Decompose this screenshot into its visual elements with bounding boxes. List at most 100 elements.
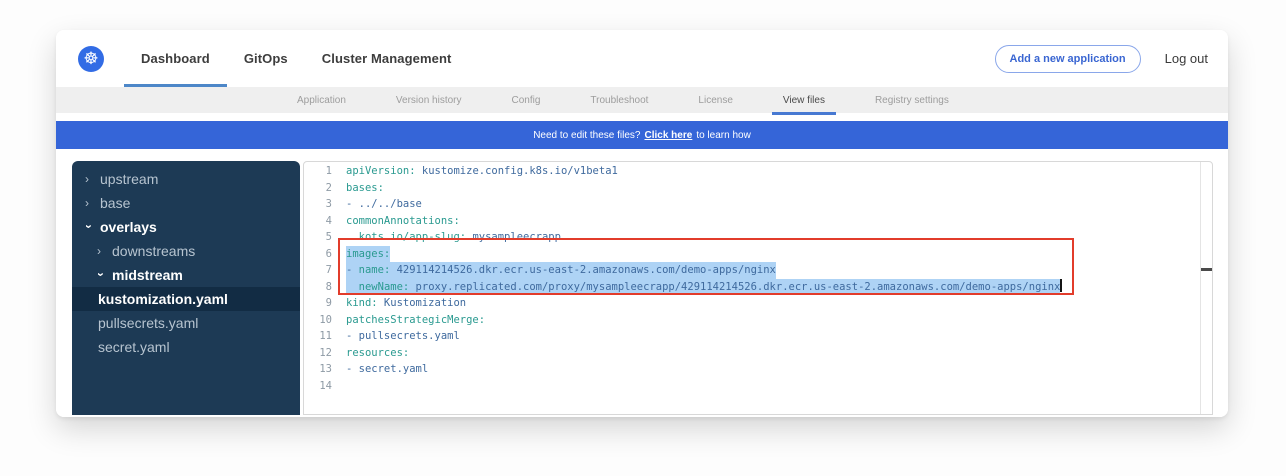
code-line: 11 - pullsecrets.yaml (304, 328, 1212, 345)
banner-text-after: to learn how (696, 130, 750, 141)
yaml-value: - (346, 264, 359, 276)
navbar-actions: Add a new application Log out (995, 45, 1209, 73)
yaml-key: newName: (359, 281, 410, 293)
scrollbar-thumb[interactable] (1201, 268, 1212, 271)
line-text: kots.io/app-slug: mysampleecrapp (346, 229, 561, 246)
chevron-right-icon: › (85, 173, 92, 185)
folder-overlays[interactable]: › overlays (72, 215, 300, 239)
folder-upstream[interactable]: › upstream (72, 167, 300, 191)
tab-license[interactable]: License (673, 87, 757, 113)
nav-tab-cluster-management[interactable]: Cluster Management (305, 30, 469, 87)
code-line: 12 resources: (304, 345, 1212, 362)
line-number: 2 (304, 180, 332, 197)
file-pullsecrets-yaml[interactable]: pullsecrets.yaml (72, 311, 300, 335)
tree-item-label: pullsecrets.yaml (98, 315, 198, 331)
yaml-key: images: (346, 248, 390, 260)
chevron-right-icon: › (85, 197, 92, 209)
yaml-key: bases: (346, 182, 384, 194)
yaml-value: Kustomization (378, 297, 467, 309)
code-area[interactable]: 1 apiVersion: kustomize.config.k8s.io/v1b… (304, 162, 1212, 394)
line-number: 13 (304, 361, 332, 378)
code-line: 2 bases: (304, 180, 1212, 197)
selected-text: newName: proxy.replicated.com/proxy/mysa… (346, 279, 1060, 296)
editor-scrollbar[interactable] (1200, 162, 1212, 414)
code-line: 13 - secret.yaml (304, 361, 1212, 378)
line-text: resources: (346, 345, 409, 362)
yaml-key: resources: (346, 347, 409, 359)
line-number: 9 (304, 295, 332, 312)
yaml-value: - secret.yaml (346, 363, 428, 375)
nav-tab-gitops[interactable]: GitOps (227, 30, 305, 87)
yaml-value (346, 231, 359, 243)
tab-application[interactable]: Application (272, 87, 371, 113)
yaml-key: kind: (346, 297, 378, 309)
tab-troubleshoot[interactable]: Troubleshoot (565, 87, 673, 113)
file-tree-sidebar: › upstream › base › overlays ›downstreams›mids… (72, 161, 300, 415)
tab-version-history[interactable]: Version history (371, 87, 487, 113)
yaml-key: commonAnnotations: (346, 215, 460, 227)
line-text: kind: Kustomization (346, 295, 466, 312)
admin-console-window: ☸ Dashboard GitOps Cluster Management Ad… (56, 30, 1228, 417)
line-number: 11 (304, 328, 332, 345)
code-line: 9 kind: Kustomization (304, 295, 1212, 312)
code-line: 7- name: 429114214526.dkr.ecr.us-east-2.… (304, 262, 1212, 279)
code-line: 5 kots.io/app-slug: mysampleecrapp (304, 229, 1212, 246)
yaml-value: mysampleecrapp (466, 231, 561, 243)
yaml-key: patchesStrategicMerge: (346, 314, 485, 326)
subnav-gap (56, 113, 1228, 121)
line-number: 14 (304, 378, 332, 395)
click-here-link[interactable]: Click here (645, 130, 693, 141)
code-line: 1 apiVersion: kustomize.config.k8s.io/v1b… (304, 163, 1212, 180)
line-number: 12 (304, 345, 332, 362)
code-line: 3 - ../../base (304, 196, 1212, 213)
tab-registry-settings[interactable]: Registry settings (850, 87, 974, 113)
file-kustomization-yaml[interactable]: kustomization.yaml (72, 287, 300, 311)
tree-item-label: base (100, 195, 130, 211)
yaml-value: - pullsecrets.yaml (346, 330, 460, 342)
folder-base[interactable]: › base (72, 191, 300, 215)
helm-wheel-glyph: ☸ (83, 50, 98, 67)
tab-view-files[interactable]: View files (758, 87, 850, 113)
line-text: bases: (346, 180, 384, 197)
line-number: 3 (304, 196, 332, 213)
line-text: patchesStrategicMerge: (346, 312, 485, 329)
banner-text-before: Need to edit these files? (533, 130, 640, 141)
tree-item-label: kustomization.yaml (98, 291, 228, 307)
code-line: 8 newName: proxy.replicated.com/proxy/my… (304, 279, 1212, 296)
yaml-value: - ../../base (346, 198, 422, 210)
yaml-value: kustomize.config.k8s.io/v1beta1 (416, 165, 618, 177)
line-number: 1 (304, 163, 332, 180)
line-text: - secret.yaml (346, 361, 428, 378)
line-number: 10 (304, 312, 332, 329)
tree-item-label: overlays (100, 219, 157, 235)
yaml-value (346, 281, 359, 293)
edit-files-banner: Need to edit these files? Click here to … (56, 121, 1228, 149)
tree-item-label: downstreams (112, 243, 195, 259)
line-number: 5 (304, 229, 332, 246)
selected-text: images: (346, 246, 390, 263)
main-nav: Dashboard GitOps Cluster Management (124, 30, 468, 87)
code-line: 4commonAnnotations: (304, 213, 1212, 230)
tab-config[interactable]: Config (487, 87, 566, 113)
yaml-value: proxy.replicated.com/proxy/mysampleecrap… (409, 281, 1060, 293)
code-line: 10 patchesStrategicMerge: (304, 312, 1212, 329)
file-secret-yaml[interactable]: secret.yaml (72, 335, 300, 359)
yaml-editor[interactable]: 1 apiVersion: kustomize.config.k8s.io/v1b… (303, 161, 1213, 415)
top-navbar: ☸ Dashboard GitOps Cluster Management Ad… (56, 30, 1228, 87)
nav-tab-dashboard[interactable]: Dashboard (124, 30, 227, 87)
line-text: - pullsecrets.yaml (346, 328, 460, 345)
view-files-content: › upstream › base › overlays ›downstreams›mids… (56, 149, 1228, 417)
yaml-key: kots.io/app-slug: (359, 231, 466, 243)
text-cursor (1060, 279, 1062, 292)
logout-link[interactable]: Log out (1165, 51, 1208, 66)
folder-midstream[interactable]: ›midstream (72, 263, 300, 287)
line-text: apiVersion: kustomize.config.k8s.io/v1be… (346, 163, 618, 180)
folder-downstreams[interactable]: ›downstreams (72, 239, 300, 263)
chevron-down-icon: › (83, 224, 95, 231)
tree-item-label: upstream (100, 171, 158, 187)
add-application-button[interactable]: Add a new application (995, 45, 1141, 73)
line-text: - ../../base (346, 196, 422, 213)
line-number: 8 (304, 279, 332, 296)
tree-item-label: midstream (112, 267, 183, 283)
kubernetes-logo-icon: ☸ (78, 46, 104, 72)
